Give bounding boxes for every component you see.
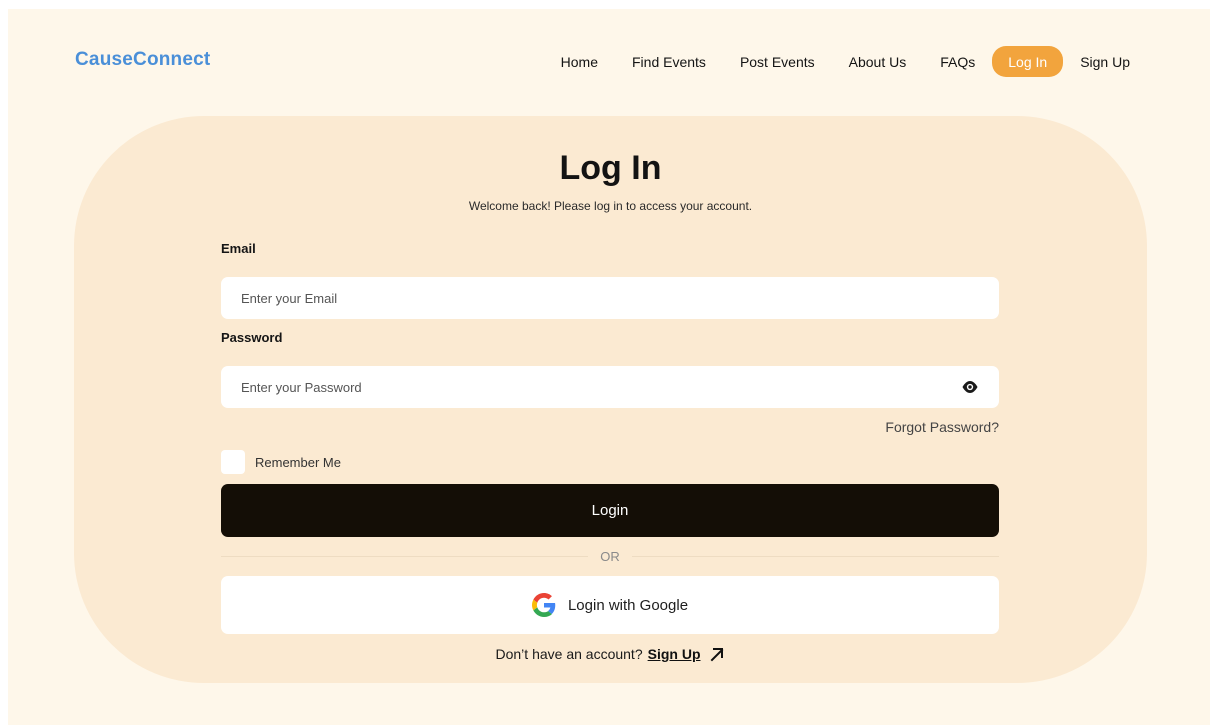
nav-find-events[interactable]: Find Events: [632, 54, 706, 70]
forgot-password-link[interactable]: Forgot Password?: [221, 419, 999, 437]
nav-signup-link[interactable]: Sign Up: [1080, 54, 1130, 70]
password-field-wrap: [221, 366, 999, 408]
nav-post-events[interactable]: Post Events: [740, 54, 815, 70]
main-nav: Home Find Events Post Events About Us FA…: [561, 46, 1130, 77]
remember-me-checkbox[interactable]: [221, 450, 245, 474]
brand-logo[interactable]: CauseConnect: [75, 49, 210, 71]
password-label: Password: [221, 330, 283, 345]
email-field[interactable]: [221, 277, 999, 319]
signup-prompt-row: Don’t have an account? Sign Up: [221, 646, 999, 662]
nav-home[interactable]: Home: [561, 54, 598, 70]
page-subtitle: Welcome back! Please log in to access yo…: [468, 199, 753, 213]
login-form: Email Password Forgot Password? Remember…: [221, 241, 999, 662]
signup-link[interactable]: Sign Up: [648, 646, 701, 662]
email-field-wrap: [221, 277, 999, 319]
arrow-up-right-icon[interactable]: [709, 646, 725, 662]
google-icon: [531, 593, 556, 617]
email-label: Email: [221, 241, 256, 256]
or-text: OR: [588, 548, 632, 564]
or-divider: OR: [221, 548, 999, 564]
nav-login-button[interactable]: Log In: [992, 46, 1064, 77]
remember-me-row: Remember Me: [221, 450, 999, 474]
password-field[interactable]: [221, 366, 999, 408]
remember-me-label: Remember Me: [255, 454, 341, 470]
login-button[interactable]: Login: [221, 484, 999, 537]
nav-about-us[interactable]: About Us: [849, 54, 907, 70]
nav-faqs[interactable]: FAQs: [940, 54, 975, 70]
login-card: Log In Welcome back! Please log in to ac…: [74, 116, 1147, 683]
google-login-label: Login with Google: [567, 596, 689, 614]
eye-icon[interactable]: [961, 379, 979, 395]
google-login-button[interactable]: Login with Google: [221, 576, 999, 634]
page: CauseConnect Home Find Events Post Event…: [8, 9, 1210, 725]
signup-prompt-text: Don’t have an account?: [495, 646, 643, 662]
page-title: Log In: [559, 149, 662, 187]
